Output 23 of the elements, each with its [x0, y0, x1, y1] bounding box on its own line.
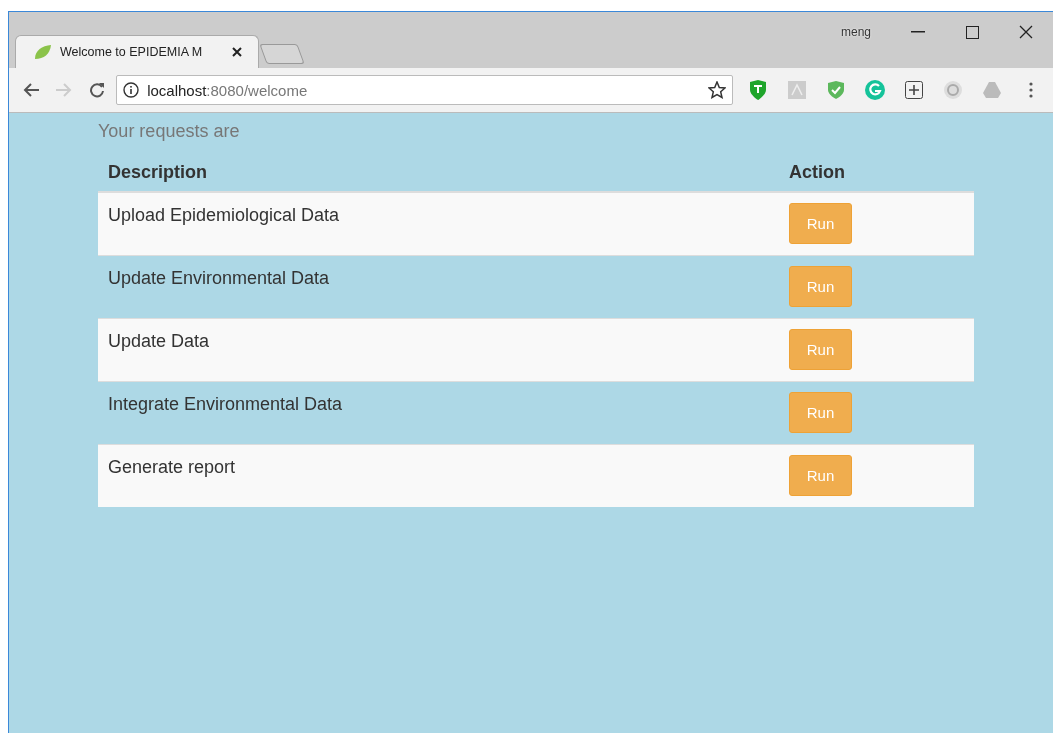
run-button[interactable]: Run	[789, 392, 852, 433]
user-name: meng	[840, 25, 871, 39]
run-button[interactable]: Run	[789, 329, 852, 370]
address-bar[interactable]: localhost:8080/welcome	[116, 75, 734, 105]
run-button[interactable]: Run	[789, 203, 852, 244]
close-window-icon[interactable]	[1019, 25, 1033, 39]
leaf-icon	[34, 44, 52, 60]
description-cell: Upload Epidemiological Data	[98, 192, 779, 256]
run-button[interactable]: Run	[789, 455, 852, 496]
browser-tab[interactable]: Welcome to EPIDEMIA M	[15, 35, 259, 68]
url-text: localhost:8080/welcome	[147, 81, 309, 99]
description-cell: Update Data	[98, 318, 779, 382]
description-cell: Generate report	[98, 444, 779, 507]
minimize-icon[interactable]	[911, 31, 925, 33]
new-tab-button[interactable]	[259, 44, 305, 64]
back-icon[interactable]	[21, 82, 40, 98]
reload-icon[interactable]	[88, 82, 105, 98]
intro-text: Your requests are	[98, 121, 241, 142]
info-icon	[123, 82, 140, 98]
star-icon[interactable]	[708, 81, 727, 99]
run-button[interactable]: Run	[789, 266, 852, 307]
close-icon[interactable]	[232, 47, 242, 57]
maximize-icon[interactable]	[965, 25, 979, 39]
